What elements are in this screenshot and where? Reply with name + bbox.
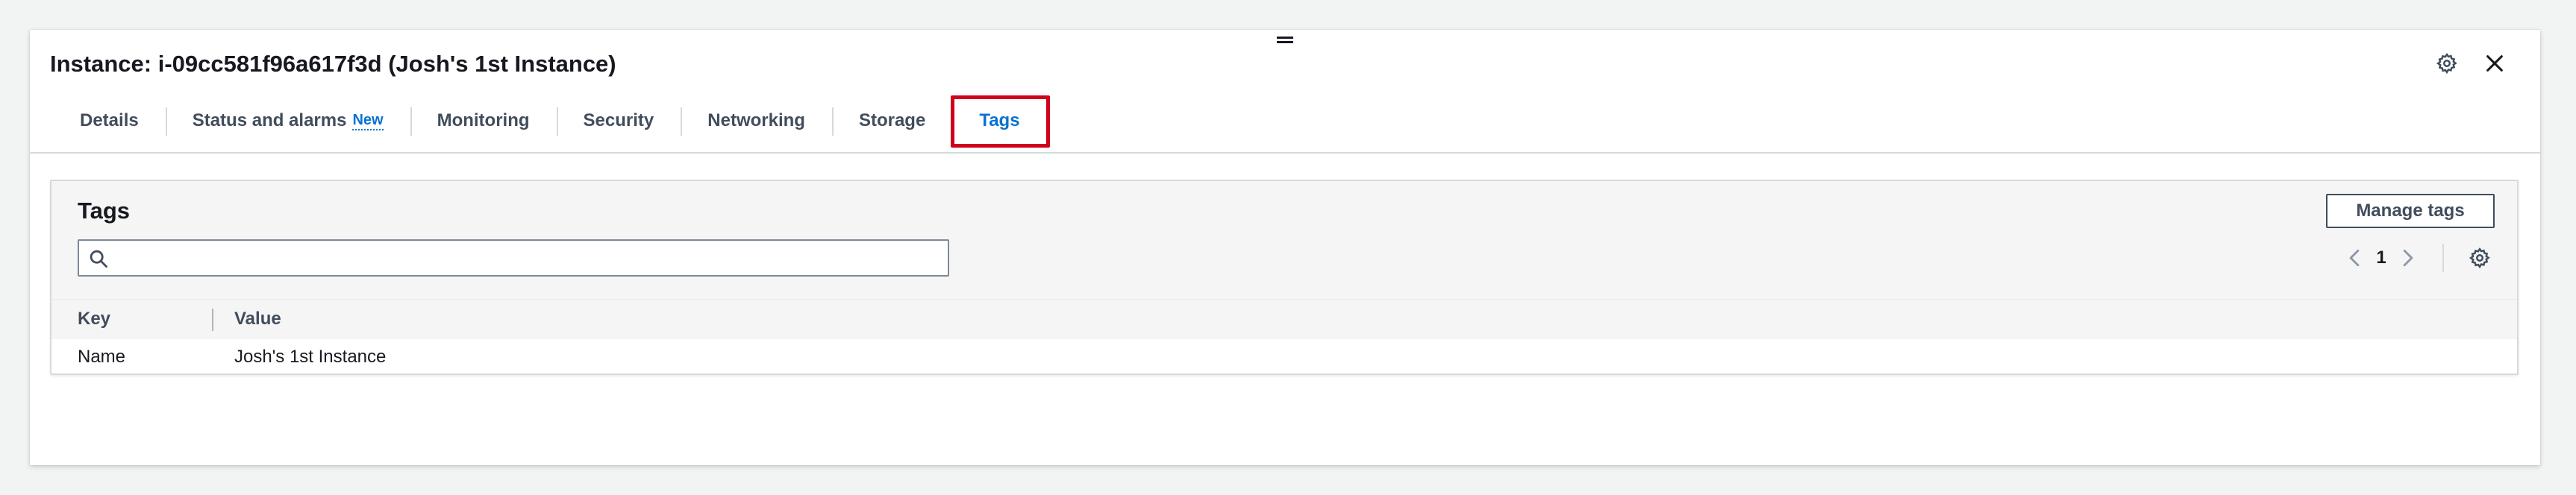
header-actions [2431, 48, 2510, 79]
pagination: 1 [2339, 241, 2495, 275]
search-input[interactable] [118, 245, 942, 272]
tags-header: Tags Manage tags 1 [51, 181, 2517, 299]
tabs-divider [30, 152, 2540, 154]
instance-details-panel: Instance: i-09cc581f96a617f3d (Josh's 1s… [30, 30, 2540, 465]
close-icon[interactable] [2479, 48, 2510, 79]
tag-value-cell: Josh's 1st Instance [234, 347, 387, 367]
tab-label: Tags [979, 110, 1020, 130]
tags-search[interactable] [78, 239, 949, 277]
search-icon [88, 248, 109, 273]
tab-label: Storage [858, 110, 926, 130]
chevron-left-icon[interactable] [2339, 243, 2369, 273]
new-badge[interactable]: New [352, 112, 384, 130]
resize-handle-icon[interactable] [1277, 34, 1293, 45]
tag-key-cell: Name [78, 347, 126, 367]
tab-details[interactable]: Details [50, 97, 166, 145]
tab-security[interactable]: Security [556, 97, 681, 145]
tab-status-and-alarms[interactable]: Status and alarms New [165, 97, 410, 145]
tab-storage[interactable]: Storage [831, 97, 952, 145]
page-title: Instance: i-09cc581f96a617f3d (Josh's 1s… [50, 51, 616, 77]
tab-label: Networking [707, 110, 805, 130]
chevron-right-icon[interactable] [2393, 243, 2423, 273]
tab-networking[interactable]: Networking [681, 97, 832, 145]
column-resizer[interactable] [212, 309, 213, 331]
tab-label: Status and alarms [192, 110, 347, 130]
tab-tags[interactable]: Tags [951, 95, 1050, 148]
settings-icon[interactable] [2431, 48, 2463, 79]
tags-container: Tags Manage tags 1 Key Value Name Josh's… [50, 180, 2519, 375]
column-header-key[interactable]: Key [78, 309, 110, 330]
column-header-value[interactable]: Value [234, 309, 281, 330]
tab-label: Security [583, 110, 654, 130]
tab-list: Details Status and alarms New Monitoring… [50, 95, 1050, 148]
manage-tags-button[interactable]: Manage tags [2326, 194, 2495, 228]
preferences-gear-icon[interactable] [2465, 243, 2495, 273]
table-row: Name Josh's 1st Instance [51, 339, 2517, 373]
pagination-divider [2442, 244, 2444, 272]
tab-label: Details [80, 110, 139, 130]
tab-monitoring[interactable]: Monitoring [410, 97, 557, 145]
page-number[interactable]: 1 [2369, 248, 2393, 268]
tab-label: Monitoring [437, 110, 530, 130]
table-header: Key Value [51, 299, 2517, 340]
tags-title: Tags [78, 198, 131, 224]
